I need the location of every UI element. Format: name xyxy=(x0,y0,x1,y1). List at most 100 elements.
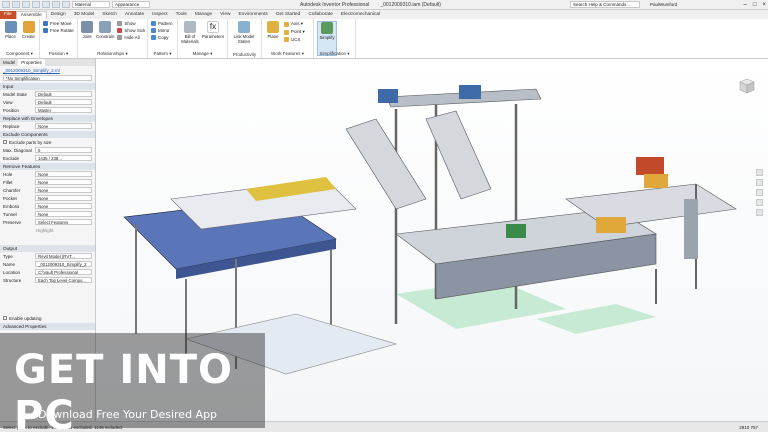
panel-tabs: Model Properties xyxy=(0,59,95,66)
fx-icon: fx xyxy=(207,21,219,33)
point-button[interactable]: Point ▾ xyxy=(284,29,305,35)
max-diagonal-input[interactable]: 5 xyxy=(35,147,92,153)
search-input[interactable]: Search Help & Commands... xyxy=(570,1,640,8)
pattern-button[interactable]: Pattern xyxy=(151,21,173,26)
chamfer-select[interactable]: None xyxy=(35,187,92,193)
section-replace[interactable]: Replace with Envelopes xyxy=(0,115,95,122)
pocket-select[interactable]: None xyxy=(35,195,92,201)
group-label: Position ▾ xyxy=(48,51,69,56)
full-navigation-wheel-icon[interactable] xyxy=(756,169,763,176)
tunnel-select[interactable]: None xyxy=(35,211,92,217)
watermark-subtitle: Download Free Your Desired App xyxy=(38,408,218,421)
show-button[interactable]: Show xyxy=(117,21,145,26)
motor xyxy=(378,89,398,103)
hide-all-button[interactable]: Hide All xyxy=(117,35,145,40)
preserve-select[interactable]: Select Features xyxy=(35,219,92,225)
tab-file[interactable]: File xyxy=(0,11,16,19)
redo-icon[interactable] xyxy=(42,1,50,8)
ribbon: Place Create Component ▾ Free Move Free … xyxy=(0,19,768,59)
hole-select[interactable]: None xyxy=(35,171,92,177)
ucs-button[interactable]: UCS xyxy=(284,37,305,42)
tab-manage[interactable]: Manage xyxy=(191,11,216,19)
save-icon[interactable] xyxy=(22,1,30,8)
orbit-icon[interactable] xyxy=(756,199,763,206)
fillet-select[interactable]: None xyxy=(35,179,92,185)
appearance-combo[interactable]: Appearance xyxy=(112,1,150,8)
replace-select[interactable]: None xyxy=(35,123,92,129)
link-icon xyxy=(238,21,250,33)
user-name[interactable]: PaulWumford xyxy=(650,2,677,7)
section-output[interactable]: Output xyxy=(0,245,95,252)
emboss-select[interactable]: None xyxy=(35,203,92,209)
tab-assemble[interactable]: Assemble xyxy=(15,11,47,19)
status-counts: 2910 757 xyxy=(739,424,758,430)
component-group: Place Create Component ▾ xyxy=(0,19,40,58)
undo-icon[interactable] xyxy=(32,1,40,8)
section-advanced[interactable]: Advanced Properties xyxy=(0,323,95,330)
file-link[interactable]: _0012009310_Simplify_2.ml xyxy=(0,66,95,74)
tab-collaborate[interactable]: Collaborate xyxy=(304,11,337,19)
home-icon[interactable] xyxy=(52,1,60,8)
view-cube[interactable] xyxy=(738,77,756,95)
tab-view[interactable]: View xyxy=(216,11,234,19)
tab-inspect[interactable]: Inspect xyxy=(148,11,171,19)
yellow-box xyxy=(596,217,626,233)
enable-updating-label: Enable updating xyxy=(9,315,42,321)
new-icon[interactable] xyxy=(2,1,10,8)
section-exclude[interactable]: Exclude Components xyxy=(0,131,95,138)
mirror-button[interactable]: Mirror xyxy=(151,28,173,33)
plane-icon xyxy=(267,21,279,33)
tab-environments[interactable]: Environments xyxy=(234,11,271,19)
location-input[interactable]: C:\Vault Professional xyxy=(35,269,92,275)
navigation-bar xyxy=(756,169,764,216)
section-remove-features[interactable]: Remove Features xyxy=(0,163,95,170)
free-rotate-button[interactable]: Free Rotate xyxy=(43,28,74,33)
maximize-icon[interactable]: □ xyxy=(753,2,757,8)
minimize-icon[interactable]: – xyxy=(744,2,747,8)
tab-get-started[interactable]: Get Started xyxy=(272,11,305,19)
joint-icon xyxy=(81,21,93,33)
free-move-button[interactable]: Free Move xyxy=(43,21,74,26)
position-select[interactable]: Master xyxy=(35,107,92,113)
group-label: Pattern ▾ xyxy=(153,51,172,56)
select-icon[interactable] xyxy=(62,1,70,8)
pocket-label: Pocket xyxy=(3,195,17,201)
tab-3d-model[interactable]: 3D Model xyxy=(70,11,99,19)
tab-sketch[interactable]: Sketch xyxy=(98,11,121,19)
tab-tools[interactable]: Tools xyxy=(172,11,191,19)
pan-icon[interactable] xyxy=(756,179,763,186)
axis-button[interactable]: Axis ▾ xyxy=(284,21,305,27)
zoom-icon[interactable] xyxy=(756,189,763,196)
tab-design[interactable]: Design xyxy=(47,11,70,19)
close-icon[interactable]: × xyxy=(762,2,766,8)
show-sick-button[interactable]: Show Sick xyxy=(117,28,145,33)
pattern-icon xyxy=(151,21,156,26)
red-box xyxy=(636,157,664,175)
simplification-group: Simplify Simplification ▾ xyxy=(314,19,356,58)
tab-electromechanical[interactable]: Electromechanical xyxy=(337,11,384,19)
group-label: Component ▾ xyxy=(6,51,33,56)
copy-button[interactable]: Copy xyxy=(151,35,173,40)
material-combo[interactable]: Material xyxy=(72,1,110,8)
enable-updating-checkbox[interactable] xyxy=(3,316,7,320)
highlight-button[interactable]: Highlight xyxy=(0,226,95,234)
name-input[interactable]: _0012009310_Simplify_2 xyxy=(35,261,92,267)
structure-label: Structure xyxy=(3,277,22,283)
open-icon[interactable] xyxy=(12,1,20,8)
model-state-select[interactable]: Default xyxy=(35,91,92,97)
look-at-icon[interactable] xyxy=(756,209,763,216)
app-title: Autodesk Inventor Professional _00120093… xyxy=(300,1,441,8)
exclude-by-size-checkbox[interactable] xyxy=(3,140,7,144)
structure-select[interactable]: Each Top Level Compo... xyxy=(35,277,92,283)
tab-annotate[interactable]: Annotate xyxy=(121,11,148,19)
axis-icon xyxy=(284,21,289,27)
exclude-count[interactable]: 1435 / 238... xyxy=(35,155,92,161)
section-input[interactable]: Input xyxy=(0,83,95,90)
type-select[interactable]: Revit Model (RVT... xyxy=(35,253,92,259)
chute xyxy=(345,118,427,210)
tab-model[interactable]: Model xyxy=(0,59,18,66)
tab-properties[interactable]: Properties xyxy=(18,59,45,66)
link-model-states-button[interactable]: Link Model States xyxy=(231,21,257,56)
view-select[interactable]: Default xyxy=(35,99,92,105)
simplification-select[interactable]: *No Simplification xyxy=(3,75,92,81)
